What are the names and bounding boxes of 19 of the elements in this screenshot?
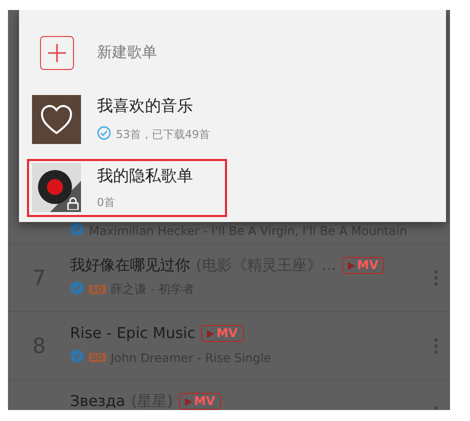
song-title: 我好像在哪见过你 bbox=[70, 257, 190, 274]
highlighted-playlist[interactable]: 我的隐私歌单 0首 bbox=[27, 158, 227, 217]
playlist-title[interactable]: 我的隐私歌单 bbox=[97, 166, 193, 187]
check-icon bbox=[97, 126, 111, 140]
playlist-count: 0首 bbox=[97, 194, 115, 210]
create-playlist-label[interactable]: 新建歌单 bbox=[97, 43, 157, 62]
song-title: Звезда bbox=[70, 393, 126, 410]
check-icon bbox=[70, 349, 84, 363]
quality-badge: SQ bbox=[89, 353, 106, 362]
playlist-title[interactable]: 我喜欢的音乐 bbox=[97, 96, 210, 117]
check-icon bbox=[70, 222, 84, 236]
check-icon bbox=[70, 281, 84, 295]
vinyl-cover bbox=[32, 163, 81, 212]
heart-cover bbox=[32, 95, 81, 144]
song-title: Rise - Epic Music bbox=[70, 325, 196, 342]
playlist-count: 53首，已下载49首 bbox=[116, 126, 210, 142]
add-icon[interactable] bbox=[40, 36, 74, 70]
quality-badge: SQ bbox=[89, 285, 106, 294]
playlist-item[interactable]: 我喜欢的音乐 53首，已下载49首 bbox=[19, 90, 210, 149]
